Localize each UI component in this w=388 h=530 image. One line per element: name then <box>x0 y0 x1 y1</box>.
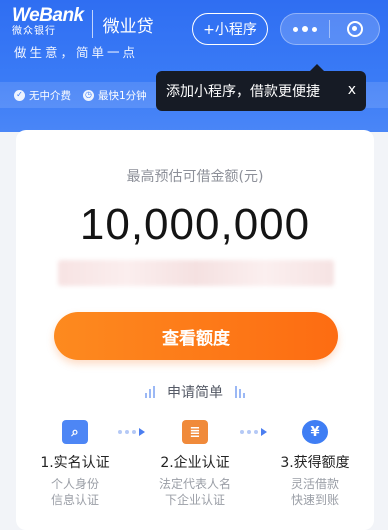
check-shield-icon: ✓ <box>14 89 25 101</box>
yuan-bag-icon: ¥ <box>302 420 328 444</box>
step-get-limit: ¥ 3.获得额度 灵活借款 快速到账 <box>256 420 374 508</box>
loan-amount: 10,000,000 <box>79 200 311 249</box>
target-icon <box>346 21 363 37</box>
clock-icon: ◷ <box>83 89 94 101</box>
step-title: 1.实名认证 <box>40 455 110 471</box>
logo-chinese: 微众银行 <box>12 26 56 37</box>
amount-label: 最高预估可借金额(元) <box>126 169 264 185</box>
loan-card: 最高预估可借金额(元) 10,000,000 查看额度 申请简单 ⌕ 1.实名认… <box>16 130 374 530</box>
brand-logo: WeBank 微众银行 微业贷 <box>12 6 154 38</box>
header: WeBank 微众银行 微业贷 做生意，简单一点 +小程序 ✓ 无中介费 ◷ 最… <box>0 0 388 132</box>
step-enterprise: ≣ 2.企业认证 法定代表人名 下企业认证 <box>136 420 254 508</box>
tooltip-text: 添加小程序，借款更便捷 <box>166 84 320 100</box>
logo-english: WeBank <box>12 5 84 26</box>
step-desc: 法定代表人名 下企业认证 <box>158 477 231 507</box>
step-desc: 灵活借款 快速到账 <box>290 477 339 507</box>
step-title: 2.企业认证 <box>160 455 230 471</box>
enterprise-doc-icon: ≣ <box>182 420 208 444</box>
more-menu-icon[interactable] <box>281 26 329 32</box>
blurred-notice <box>58 260 334 286</box>
step-desc: 个人身份 信息认证 <box>50 477 99 507</box>
apply-steps: ⌕ 1.实名认证 个人身份 信息认证 ≣ 2.企业认证 法定代表人名 下企业认证… <box>16 420 374 520</box>
id-card-icon: ⌕ <box>62 420 88 444</box>
slogan: 做生意，简单一点 <box>14 45 139 60</box>
feature-fast: ◷ 最快1分钟 <box>83 89 147 102</box>
logo-divider <box>91 10 93 38</box>
add-mini-program-button[interactable]: +小程序 <box>192 13 268 45</box>
apply-steps-heading: 申请简单 <box>16 382 374 402</box>
bars-left-icon <box>145 386 155 398</box>
product-name: 微业贷 <box>102 17 154 37</box>
view-credit-limit-button[interactable]: 查看额度 <box>54 312 338 360</box>
bars-right-icon <box>235 386 245 398</box>
close-program-button[interactable] <box>330 21 379 37</box>
step-title: 3.获得额度 <box>280 455 350 471</box>
add-mini-program-tooltip: 添加小程序，借款更便捷 x <box>156 64 366 111</box>
feature-no-agency-fee: ✓ 无中介费 <box>14 88 71 103</box>
mini-program-capsule <box>280 13 380 45</box>
tooltip-close-button[interactable]: x <box>348 82 356 98</box>
step-real-name: ⌕ 1.实名认证 个人身份 信息认证 <box>16 420 134 508</box>
